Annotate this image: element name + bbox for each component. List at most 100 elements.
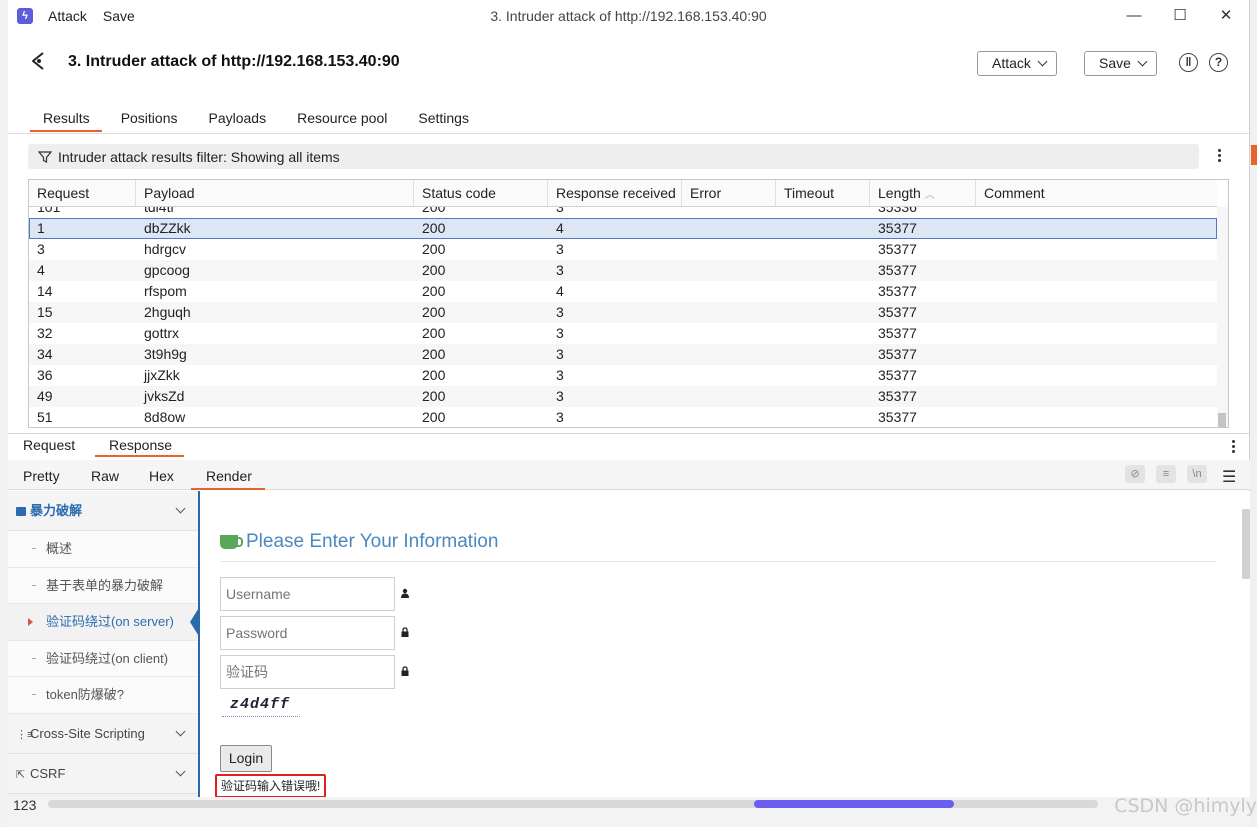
tab-pretty[interactable]: Pretty [8,468,73,488]
render-scrollbar[interactable] [1242,509,1250,579]
menu-attack[interactable]: Attack [48,8,87,24]
maximize-button[interactable]: ☐ [1157,0,1203,32]
table-row[interactable]: 36 jjxZkk 200 3 35377 [29,365,1217,386]
table-cell: 3t9h9g [144,346,187,362]
table-scrollbar[interactable] [1217,207,1228,427]
table-row[interactable]: 32 gottrx 200 3 35377 [29,323,1217,344]
pause-icon[interactable]: ‖ [1179,53,1198,72]
sidebar-item-label: 基于表单的暴力破解 [46,577,164,593]
table-cell: 200 [422,262,446,278]
column-header-comment[interactable]: Comment [976,180,1217,206]
password-input[interactable] [220,616,395,650]
tab-request[interactable]: Request [9,437,87,455]
table-cell: gpcoog [144,262,190,278]
tab-resource-pool[interactable]: Resource pool [284,107,399,132]
table-cell [682,365,776,386]
column-header-response-received[interactable]: Response received [548,180,682,206]
table-cell [776,281,870,302]
save-button-label: Save [1099,55,1131,71]
table-cell: hdrgcv [144,241,187,257]
table-cell: 15 [37,304,53,320]
sidebar-group-xss[interactable]: ⋮≡Cross-Site Scripting [8,713,198,754]
table-row[interactable]: 1 dbZZkk 200 4 35377 [29,218,1217,239]
horizontal-scrollbar-thumb[interactable] [754,800,954,808]
table-cell [776,302,870,323]
captcha-input[interactable] [220,655,395,689]
attack-dropdown-button[interactable]: Attack [977,51,1057,76]
table-cell: 8d8ow [144,409,186,425]
table-cell [976,260,1216,281]
help-icon[interactable]: ? [1209,53,1228,72]
sidebar-item-captcha-server[interactable]: 验证码绕过(on server) [8,604,200,641]
table-cell [976,239,1216,260]
tab-payloads[interactable]: Payloads [196,107,279,132]
more-options-icon[interactable] [1217,149,1221,162]
minimize-button[interactable]: — [1111,0,1157,32]
tab-hex[interactable]: Hex [134,468,187,488]
results-filter-bar[interactable]: Intruder attack results filter: Showing … [28,144,1199,169]
column-header-length[interactable]: Length ︿ [870,180,976,206]
table-cell [682,302,776,323]
table-cell [976,365,1216,386]
more-options-icon[interactable] [1231,440,1235,453]
tab-response[interactable]: Response [95,437,185,457]
menu-save[interactable]: Save [103,8,135,24]
username-input[interactable] [220,577,395,611]
table-cell: 200 [422,367,446,383]
captcha-image[interactable]: z4d4ff [222,695,300,717]
table-cell: 34 [37,346,53,362]
sidebar-item-captcha-client[interactable]: 验证码绕过(on client) [8,640,198,678]
table-cell: 14 [37,283,53,299]
attack-icon [32,52,44,70]
table-row[interactable]: 3 hdrgcv 200 3 35377 [29,239,1217,260]
tab-positions[interactable]: Positions [108,107,190,132]
table-row[interactable]: 4 gpcoog 200 3 35377 [29,260,1217,281]
column-header-request[interactable]: Request [29,180,136,206]
table-cell [776,365,870,386]
sidebar-item-form-brute[interactable]: 基于表单的暴力破解 [8,567,198,605]
tab-raw[interactable]: Raw [76,468,132,488]
table-cell [976,344,1216,365]
table-cell: 4 [37,262,45,278]
column-header-timeout[interactable]: Timeout [776,180,870,206]
save-dropdown-button[interactable]: Save [1084,51,1157,76]
newline-icon[interactable]: \n [1187,465,1207,483]
xss-icon: ⋮≡ [16,728,34,741]
table-cell: 49 [37,388,53,404]
table-cell: 3 [556,241,564,257]
close-button[interactable]: ✕ [1203,0,1249,32]
horizontal-scrollbar[interactable] [48,800,1098,808]
login-button[interactable]: Login [220,745,272,772]
table-scrollbar-thumb[interactable] [1218,413,1226,427]
column-header-status-code[interactable]: Status code [414,180,548,206]
table-row[interactable]: 15 2hguqh 200 3 35377 [29,302,1217,323]
filter-text: Intruder attack results filter: Showing … [58,148,340,165]
table-cell: 32 [37,325,53,341]
table-row[interactable]: 51 8d8ow 200 3 35377 [29,407,1217,427]
table-cell [976,281,1216,302]
menu-icon[interactable]: ☰ [1222,467,1236,487]
tab-settings[interactable]: Settings [405,107,481,132]
chevron-down-icon [175,726,186,737]
form-heading-text: Please Enter Your Information [246,531,499,552]
hide-icon[interactable]: ⊘ [1125,465,1145,483]
table-row[interactable]: 49 jvksZd 200 3 35377 [29,386,1217,407]
table-cell: 200 [422,304,446,320]
table-cell: gottrx [144,325,180,341]
column-header-error[interactable]: Error [682,180,776,206]
sidebar-group-csrf[interactable]: ⇱ CSRF [8,753,198,794]
tab-render[interactable]: Render [191,468,265,490]
table-cell [682,386,776,407]
column-header-payload[interactable]: Payload [136,180,414,206]
table-row[interactable]: 14 rfspom 200 4 35377 [29,281,1217,302]
sidebar-section-brute-force[interactable]: 暴力破解 [8,491,198,531]
table-cell: dbZZkk [144,220,191,236]
table-row[interactable]: 34 3t9h9g 200 3 35377 [29,344,1217,365]
tab-results[interactable]: Results [30,107,102,132]
chevron-down-icon [1037,56,1048,67]
table-cell [776,344,870,365]
sidebar-item-overview[interactable]: 概述 [8,531,198,568]
sidebar-item-token[interactable]: token防爆破? [8,677,198,714]
wrap-lines-icon[interactable]: ≡ [1156,465,1176,483]
table-cell [776,386,870,407]
